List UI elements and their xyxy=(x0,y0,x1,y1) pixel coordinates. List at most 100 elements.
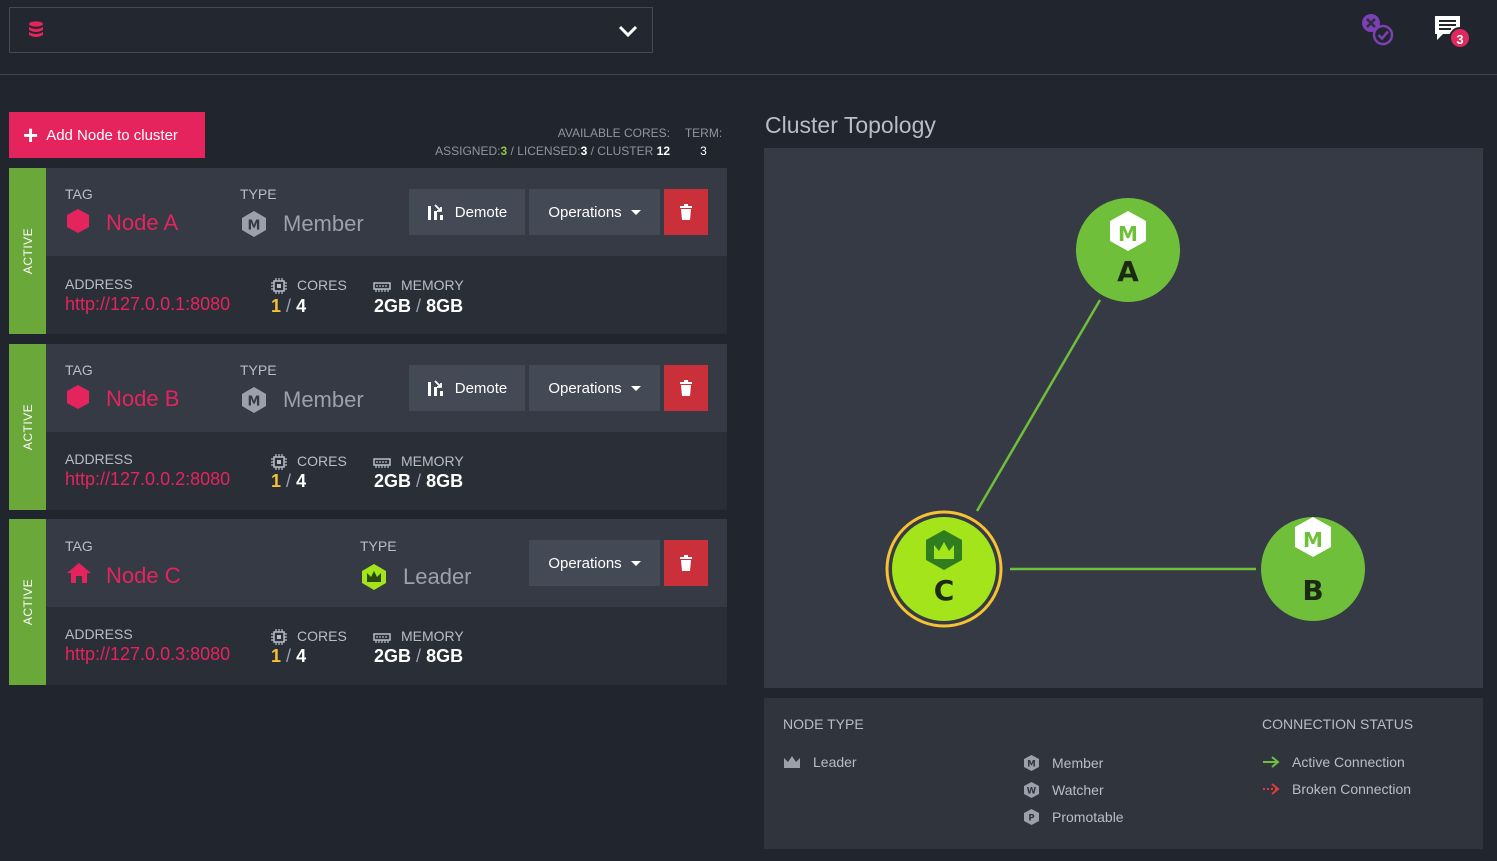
memory-total: 8GB xyxy=(426,646,464,666)
database-selector[interactable] xyxy=(9,7,653,53)
topology-node-a-label: A xyxy=(1117,255,1139,288)
active-strip: ACTIVE xyxy=(9,168,46,334)
svg-text:M: M xyxy=(1027,760,1035,770)
legend-member: M Member xyxy=(1023,754,1103,772)
type-label: TYPE xyxy=(240,186,277,202)
legend-promotable-label: Promotable xyxy=(1052,809,1124,825)
type-label: TYPE xyxy=(240,362,277,378)
node-header: TAG Node C TYPE Leader Operations xyxy=(46,519,727,607)
node-type: Member xyxy=(283,387,364,412)
hexagon-icon xyxy=(66,208,90,239)
delete-node-button[interactable] xyxy=(664,540,708,586)
delete-node-button[interactable] xyxy=(664,189,708,235)
node-card-a: ACTIVE TAG Node A TYPE M Member Demote O… xyxy=(9,168,727,334)
legend-watcher: W Watcher xyxy=(1023,781,1104,799)
node-details: ADDRESS http://127.0.0.1:8080 CORES 1 / … xyxy=(46,256,727,334)
legend-active-connection-label: Active Connection xyxy=(1292,754,1405,770)
node-type: Member xyxy=(283,211,364,236)
memory-used: 2GB xyxy=(374,296,412,316)
separator: / xyxy=(510,144,514,158)
plus-icon: + xyxy=(23,120,39,150)
licensed-label: LICENSED: xyxy=(517,144,581,158)
cores-label: CORES xyxy=(297,277,347,293)
node-address-link[interactable]: http://127.0.0.1:8080 xyxy=(65,294,230,315)
topology-node-b[interactable]: M B xyxy=(1261,517,1365,621)
demote-button[interactable]: Demote xyxy=(409,365,525,411)
crown-icon xyxy=(783,755,813,769)
add-node-button[interactable]: + Add Node to cluster xyxy=(9,112,205,158)
node-header: TAG Node A TYPE M Member Demote Operatio… xyxy=(46,168,727,256)
topology-node-c[interactable]: C xyxy=(885,510,1003,628)
svg-text:M: M xyxy=(248,395,261,410)
separator: / xyxy=(286,646,292,666)
active-strip: ACTIVE xyxy=(9,344,46,510)
legend-broken-connection-label: Broken Connection xyxy=(1292,781,1412,797)
database-icon xyxy=(28,21,44,44)
active-label: ACTIVE xyxy=(20,227,35,275)
cluster-label: CLUSTER xyxy=(597,144,654,158)
svg-text:M: M xyxy=(1118,222,1138,246)
trash-icon xyxy=(680,380,692,396)
legend-connection-status-title: CONNECTION STATUS xyxy=(1262,716,1414,732)
operations-button[interactable]: Operations xyxy=(529,365,660,411)
legend-watcher-label: Watcher xyxy=(1052,782,1104,798)
node-cores: 1 / 4 xyxy=(271,646,306,667)
cores-used: 1 xyxy=(271,471,282,491)
available-cores-label: AVAILABLE CORES: xyxy=(557,126,670,140)
operations-label: Operations xyxy=(548,554,622,572)
memory-label: MEMORY xyxy=(401,277,464,293)
svg-text:M: M xyxy=(1303,528,1323,552)
cores-breakdown: ASSIGNED:3 / LICENSED:3 / CLUSTER 12 xyxy=(390,142,670,160)
leader-crown-icon xyxy=(361,563,387,596)
legend-broken-connection: Broken Connection xyxy=(1262,781,1411,797)
node-card-c: ACTIVE TAG Node C TYPE Leader Operations… xyxy=(9,519,727,685)
cores-total: 4 xyxy=(296,471,307,491)
add-node-label: Add Node to cluster xyxy=(46,126,178,144)
delete-node-button[interactable] xyxy=(664,365,708,411)
demote-icon xyxy=(427,203,445,221)
node-details: ADDRESS http://127.0.0.2:8080 CORES 1 / … xyxy=(46,432,727,510)
operations-button[interactable]: Operations xyxy=(529,189,660,235)
separator: / xyxy=(416,646,422,666)
demote-label: Demote xyxy=(454,203,508,221)
topology-node-b-label: B xyxy=(1302,574,1323,607)
operations-label: Operations xyxy=(548,379,622,397)
caret-down-icon xyxy=(630,385,641,391)
node-address-link[interactable]: http://127.0.0.2:8080 xyxy=(65,469,230,490)
cores-label: CORES xyxy=(297,628,347,644)
operations-button[interactable]: Operations xyxy=(529,540,660,586)
active-strip: ACTIVE xyxy=(9,519,46,685)
legend-member-label: Member xyxy=(1052,755,1104,771)
node-address-link[interactable]: http://127.0.0.3:8080 xyxy=(65,644,230,665)
separator: / xyxy=(590,144,594,158)
topology-node-c-label: C xyxy=(934,574,955,607)
operations-label: Operations xyxy=(548,203,622,221)
node-card-b: ACTIVE TAG Node B TYPE M Member Demote O… xyxy=(9,344,727,510)
promotable-icon: P xyxy=(1023,808,1052,826)
green-arrow-icon xyxy=(1262,756,1292,768)
member-icon: M xyxy=(241,386,267,419)
legend-node-type-title: NODE TYPE xyxy=(783,716,864,732)
demote-button[interactable]: Demote xyxy=(409,189,525,235)
top-bar: 3 xyxy=(0,0,1497,75)
tag-label: TAG xyxy=(65,186,93,202)
demote-label: Demote xyxy=(454,379,508,397)
assigned-label: ASSIGNED: xyxy=(435,144,501,158)
chevron-down-icon[interactable] xyxy=(618,24,638,43)
node-cores: 1 / 4 xyxy=(271,296,306,317)
topology-canvas: M A M B C xyxy=(764,148,1483,688)
memory-total: 8GB xyxy=(426,296,464,316)
active-label: ACTIVE xyxy=(20,578,35,626)
separator: / xyxy=(416,471,422,491)
svg-text:P: P xyxy=(1028,814,1034,824)
red-dashed-arrow-icon xyxy=(1262,783,1292,795)
type-label: TYPE xyxy=(360,538,397,554)
cores-summary: AVAILABLE CORES: ASSIGNED:3 / LICENSED:3… xyxy=(390,124,670,160)
node-tag: Node A xyxy=(106,210,179,235)
memory-label: MEMORY xyxy=(401,453,464,469)
assigned-value: 3 xyxy=(500,144,508,158)
topology-node-a[interactable]: M A xyxy=(1076,198,1180,302)
caret-down-icon xyxy=(630,560,641,566)
svg-text:W: W xyxy=(1027,787,1037,797)
cluster-status-icon[interactable] xyxy=(1360,12,1396,53)
